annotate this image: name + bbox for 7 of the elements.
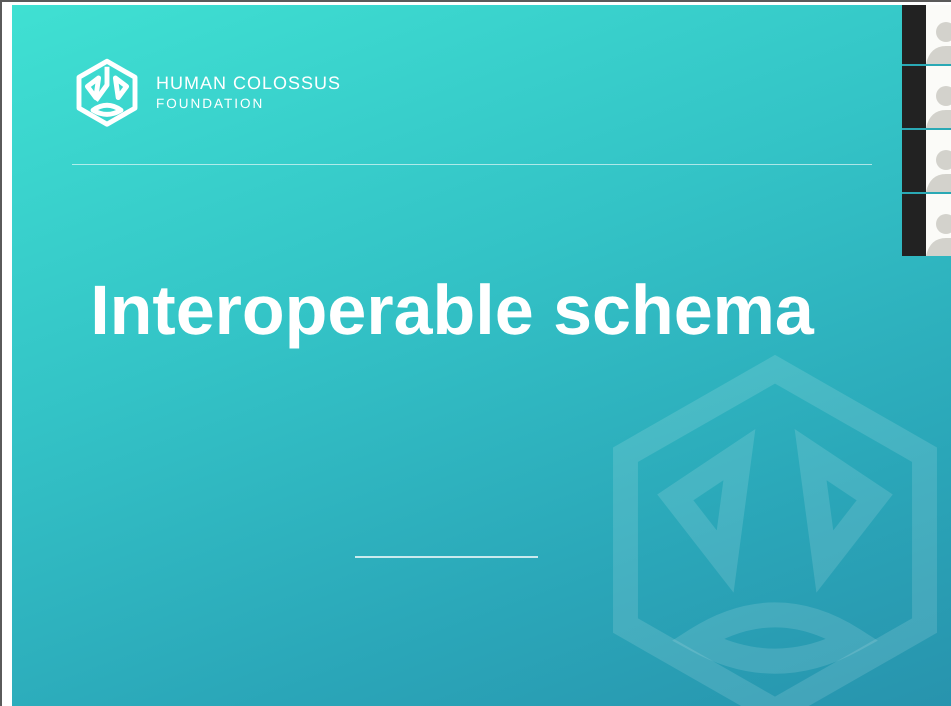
participant-video-tile[interactable] bbox=[902, 130, 951, 192]
slide-title: Interoperable schema bbox=[89, 270, 816, 350]
participant-video-tile[interactable] bbox=[902, 194, 951, 256]
participant-video-tile[interactable] bbox=[902, 5, 951, 64]
organization-subtitle: FOUNDATION bbox=[156, 96, 266, 111]
participant-video-tile[interactable] bbox=[902, 66, 951, 128]
organization-name: HUMAN COLOSSUS bbox=[156, 73, 342, 94]
